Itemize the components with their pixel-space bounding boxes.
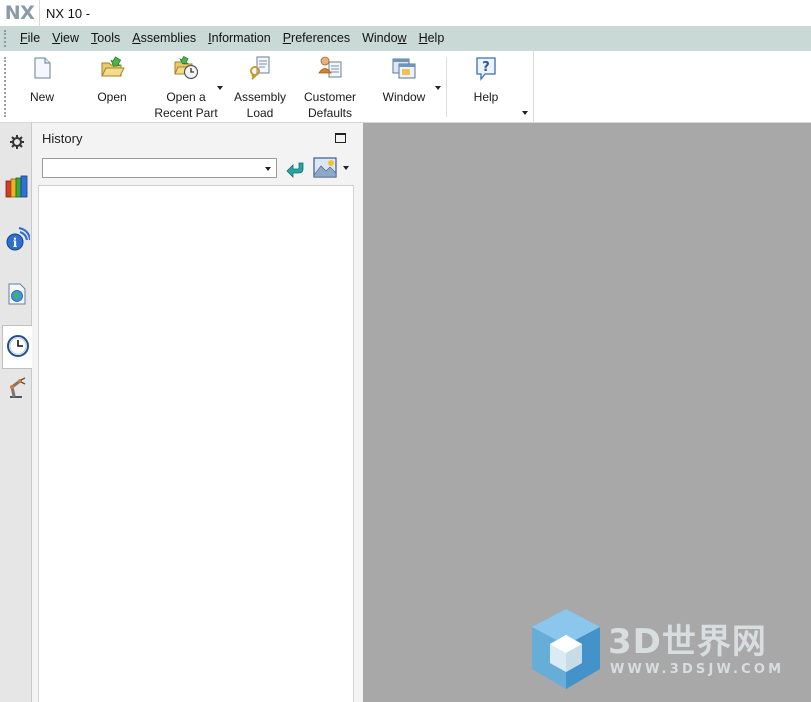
new-label: New: [29, 90, 54, 104]
back-arrow-icon[interactable]: [285, 159, 307, 179]
resource-tab-process-studio[interactable]: [2, 369, 32, 409]
help-label: Help: [473, 90, 499, 104]
recent-part-icon: [173, 55, 199, 81]
recent-label-line2: Recent Part: [154, 106, 218, 120]
history-list[interactable]: [38, 185, 354, 702]
clock-icon: [5, 333, 31, 362]
robot-arm-icon: [4, 375, 30, 404]
window-dropdown-arrow[interactable]: [435, 86, 441, 90]
customer-defaults-button[interactable]: Customer Defaults: [300, 55, 360, 121]
svg-text:i: i: [13, 236, 18, 250]
watermark-url: WWW.3DSJW.COM: [610, 662, 785, 677]
recent-label-line1: Open a: [166, 90, 206, 104]
recent-dropdown-arrow[interactable]: [217, 86, 223, 90]
assembly-label-line2: Load: [246, 106, 274, 120]
defaults-label-line1: Customer: [303, 90, 356, 104]
menu-tools[interactable]: Tools: [85, 26, 126, 51]
window-icon: [391, 55, 417, 81]
history-panel: History: [32, 123, 363, 702]
window-title: NX 10 -: [46, 5, 91, 21]
defaults-label-line2: Defaults: [307, 106, 353, 120]
menu-information[interactable]: Information: [202, 26, 277, 51]
ribbon-separator: [446, 57, 447, 117]
web-document-icon: [4, 281, 30, 310]
ribbon-grip[interactable]: [4, 57, 6, 117]
panel-title: History: [42, 131, 83, 146]
window-label: Window: [382, 90, 426, 104]
gear-icon: [9, 134, 25, 153]
books-icon: [4, 173, 30, 202]
svg-text:?: ?: [482, 60, 490, 75]
watermark-brand: 3D世界网: [608, 622, 767, 662]
resource-tab-reuse-library[interactable]: [2, 167, 32, 207]
menu-file[interactable]: File: [14, 26, 46, 51]
menu-assemblies[interactable]: Assemblies: [126, 26, 202, 51]
help-button[interactable]: ? Help: [466, 55, 506, 105]
resource-tab-settings[interactable]: [2, 123, 32, 163]
help-icon: ?: [473, 55, 499, 81]
chevron-down-icon: [265, 167, 271, 171]
new-button[interactable]: New: [22, 55, 62, 105]
open-folder-icon: [99, 55, 125, 81]
menu-grip[interactable]: [4, 30, 8, 47]
resource-tab-hd3d-tools[interactable]: i: [2, 221, 32, 261]
menu-bar: File View Tools Assemblies Information P…: [0, 26, 811, 51]
new-document-icon: [29, 55, 55, 81]
title-bar: NX NX 10 -: [0, 0, 811, 26]
info-broadcast-icon: i: [4, 226, 31, 256]
assembly-label-line1: Assembly: [233, 90, 286, 104]
menu-preferences[interactable]: Preferences: [277, 26, 356, 51]
resource-tab-history[interactable]: [2, 325, 33, 369]
maximize-panel-icon[interactable]: [335, 133, 346, 143]
ribbon-options-arrow[interactable]: [522, 111, 528, 115]
window-button[interactable]: Window: [378, 55, 430, 105]
menu-window[interactable]: Window: [356, 26, 412, 51]
view-dropdown-arrow[interactable]: [343, 166, 349, 170]
open-label: Open: [97, 90, 127, 104]
menu-help[interactable]: Help: [413, 26, 451, 51]
menu-view[interactable]: View: [46, 26, 85, 51]
resource-bar: i: [0, 123, 33, 702]
open-button[interactable]: Open: [92, 55, 132, 105]
ribbon-toolbar: New Open Open a Recent Part Assembly Loa…: [0, 51, 811, 123]
ribbon-border: [533, 51, 534, 122]
customer-defaults-icon: [317, 55, 343, 81]
open-recent-part-button[interactable]: Open a Recent Part: [150, 55, 222, 121]
resource-tab-web-browser[interactable]: [2, 275, 32, 315]
assembly-load-button[interactable]: Assembly Load: [230, 55, 290, 121]
history-filter-select[interactable]: [42, 158, 277, 178]
nx-logo: NX: [0, 0, 40, 26]
landscape-view-icon[interactable]: [313, 157, 337, 178]
assembly-load-icon: [247, 55, 273, 81]
